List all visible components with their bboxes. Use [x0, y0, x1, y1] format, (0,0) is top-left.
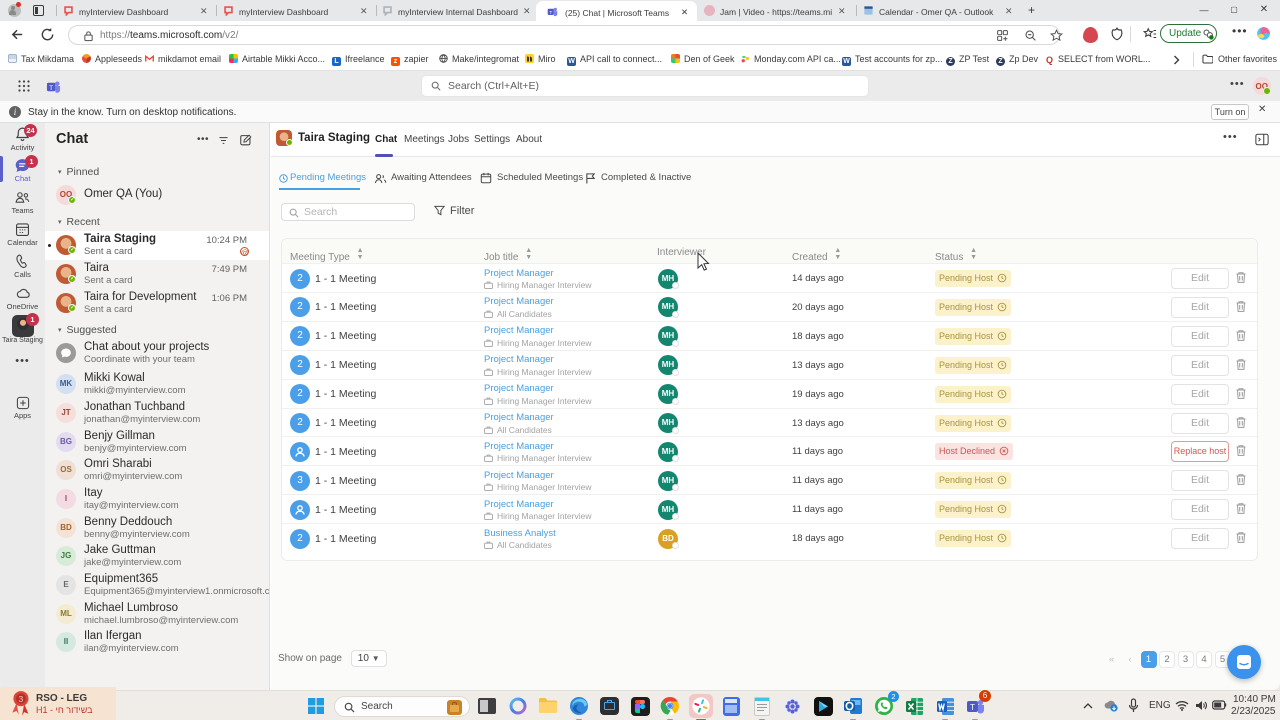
- svg-text:T: T: [970, 703, 975, 712]
- svg-text:T: T: [49, 85, 53, 92]
- svg-text:3: 3: [19, 694, 24, 704]
- svg-text:T: T: [549, 9, 552, 15]
